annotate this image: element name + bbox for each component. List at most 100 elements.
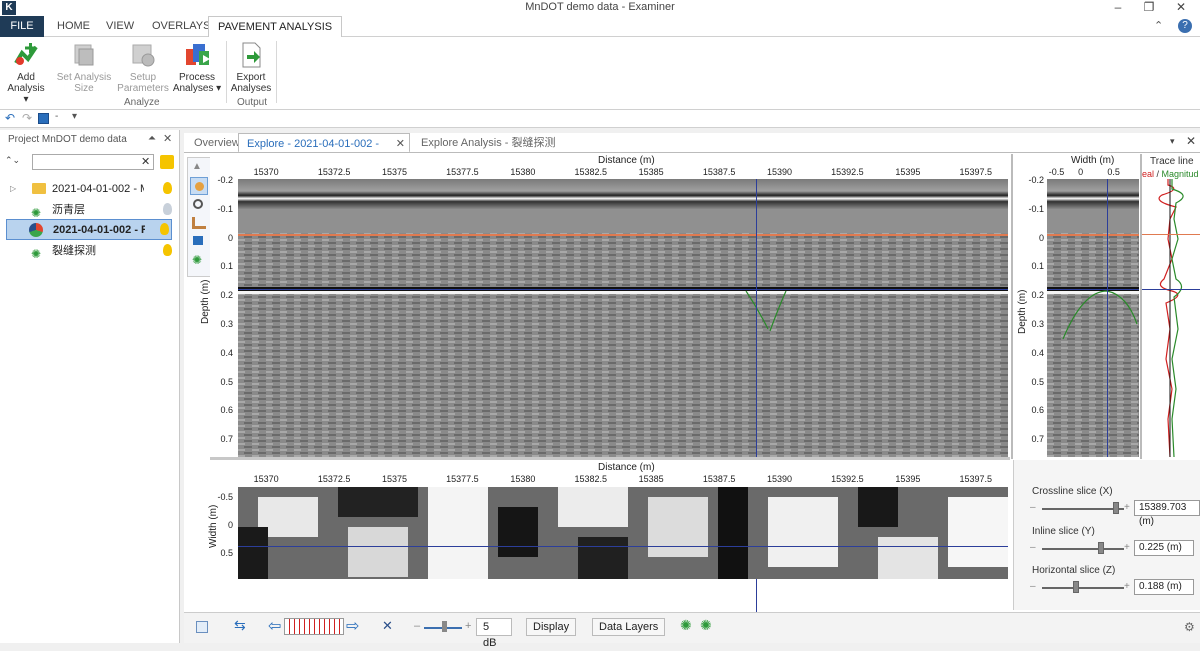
pan-tool-button[interactable] xyxy=(190,177,208,195)
process-analyses-button[interactable]: Process Analyses ▾ xyxy=(172,41,222,94)
horizontal-slider-thumb[interactable] xyxy=(1073,581,1080,593)
horizontal-cursor-line[interactable] xyxy=(238,289,1008,290)
visibility-bulb-icon[interactable] xyxy=(160,223,169,235)
toolstrip-up-icon[interactable]: ▲ xyxy=(192,161,202,172)
crossline-slider-thumb[interactable] xyxy=(1112,502,1119,514)
swap-direction-icon[interactable]: ⇆ xyxy=(234,617,246,634)
horizontal-cursor-line xyxy=(1142,289,1200,290)
qat-dropdown-icon[interactable]: - xyxy=(55,111,58,122)
inline-decrement[interactable]: – xyxy=(1030,542,1036,553)
expand-all-icon[interactable]: ⌃⌄ xyxy=(5,155,20,166)
close-document-icon[interactable]: ✕ xyxy=(1186,134,1196,148)
process-analyses-icon xyxy=(183,41,211,69)
tab-explore-analysis[interactable]: Explore Analysis - 裂缝探测 xyxy=(413,133,563,153)
expand-arrow-icon[interactable]: ▷ xyxy=(10,179,16,199)
trace-waveform xyxy=(1158,179,1184,457)
setup-parameters-button[interactable]: Setup Parameters xyxy=(116,41,170,94)
folder-icon xyxy=(32,183,46,194)
horizontal-decrement[interactable]: – xyxy=(1030,581,1036,592)
tab-view[interactable]: VIEW xyxy=(97,16,143,37)
bscan-x-tick: 15392.5 xyxy=(831,167,864,177)
data-layers-button[interactable]: Data Layers xyxy=(592,618,666,636)
inline-increment[interactable]: + xyxy=(1124,542,1130,553)
cross-section-x-tick: 0 xyxy=(1078,167,1084,177)
bscan-x-tick: 15395 xyxy=(895,167,921,177)
cscan-x-tick: 15370 xyxy=(253,474,279,484)
cross-section-image[interactable] xyxy=(1047,179,1139,457)
scan-position-scrubber[interactable] xyxy=(284,618,344,635)
gain-value-field[interactable]: 5 dB xyxy=(476,618,512,649)
filter-icon[interactable] xyxy=(160,155,174,169)
gain-increment[interactable]: + xyxy=(465,620,471,632)
scroll-right-icon[interactable]: ⇨ xyxy=(346,616,359,636)
horizontal-increment[interactable]: + xyxy=(1124,581,1130,592)
tab-home[interactable]: HOME xyxy=(48,16,99,37)
close-tab-icon[interactable]: ✕ xyxy=(396,134,405,154)
close-pane-icon[interactable]: ✕ xyxy=(163,132,172,145)
crossline-slider[interactable] xyxy=(1042,508,1124,510)
tree-search-input[interactable] xyxy=(32,154,154,170)
gain-decrement[interactable]: – xyxy=(414,620,420,632)
project-pane: Project MnDOT demo data ⏶ ✕ ⌃⌄ ✕ ▷ 2021-… xyxy=(0,130,180,643)
visibility-bulb-icon[interactable] xyxy=(163,203,172,215)
settings-gear-icon[interactable]: ⚙ xyxy=(1184,620,1195,634)
bscan-x-tick: 15387.5 xyxy=(702,167,736,177)
bottom-toolbar: ⇆ ⇦ ⇨ ✕ – + 5 dB Display Data Layers ✺ ✺… xyxy=(184,612,1200,649)
inline-value-field[interactable]: 0.225 (m) xyxy=(1134,540,1194,556)
inline-slider-thumb[interactable] xyxy=(1098,542,1105,554)
qat-customize-icon[interactable]: ▾ xyxy=(72,111,77,122)
crossline-value-field[interactable]: 15389.703 (m) xyxy=(1134,500,1200,527)
bscan-image[interactable] xyxy=(238,179,1008,457)
analysis-tool-icon[interactable]: ✺ xyxy=(192,253,202,267)
inline-cursor-line[interactable] xyxy=(238,546,1008,547)
set-analysis-size-button[interactable]: Set Analysis Size xyxy=(56,41,112,94)
tree-item-region[interactable]: 2021-04-01-002 - R xyxy=(6,219,172,240)
cscan-image[interactable] xyxy=(238,487,1008,579)
tab-pavement-analysis[interactable]: PAVEMENT ANALYSIS xyxy=(208,16,343,38)
undo-icon[interactable]: ↶ xyxy=(5,111,15,125)
cross-section-x-tick: 0.5 xyxy=(1107,167,1120,177)
visibility-bulb-icon[interactable] xyxy=(163,244,172,256)
horizontal-value-field[interactable]: 0.188 (m) xyxy=(1134,579,1194,595)
redo-icon[interactable]: ↷ xyxy=(22,111,32,125)
flag-icon[interactable] xyxy=(193,236,203,245)
minimize-icon[interactable]: – xyxy=(1103,0,1133,16)
cscan-depth-slice xyxy=(238,487,1008,579)
clear-search-icon[interactable]: ✕ xyxy=(141,155,150,168)
crossline-increment[interactable]: + xyxy=(1124,502,1130,513)
tree-item-marker[interactable]: ▷ 2021-04-01-002 - Marker xyxy=(4,179,174,199)
tree-item-asphalt-layer[interactable]: ✺ 沥青层 xyxy=(4,200,174,220)
ruler-icon[interactable] xyxy=(192,217,206,229)
inline-cursor-line[interactable] xyxy=(1107,179,1108,457)
project-pane-title: Project MnDOT demo data xyxy=(8,134,127,145)
gain-slider-thumb[interactable] xyxy=(442,621,447,632)
visibility-bulb-icon[interactable] xyxy=(163,182,172,194)
horizontal-slider[interactable] xyxy=(1042,587,1124,589)
cross-section-panel: Width (m) -0.5 0 0.5 Depth (m) -0.2 -0.1 0 0.… xyxy=(1011,154,1139,459)
close-window-icon[interactable]: ✕ xyxy=(1166,0,1196,16)
bscan-x-tick: 15370 xyxy=(253,167,279,177)
zoom-icon[interactable] xyxy=(193,199,203,209)
crossline-decrement[interactable]: – xyxy=(1030,502,1036,513)
tab-list-dropdown-icon[interactable]: ▾ xyxy=(1170,136,1175,147)
scroll-left-icon[interactable]: ⇦ xyxy=(268,616,281,636)
layout-icon[interactable] xyxy=(196,621,208,633)
analysis-overlay-2-icon[interactable]: ✺ xyxy=(700,617,712,634)
export-analyses-button[interactable]: Export Analyses xyxy=(230,41,272,94)
tab-file[interactable]: FILE xyxy=(0,16,44,37)
collapse-ribbon-icon[interactable]: ⌃ xyxy=(1154,19,1163,32)
horizontal-cursor-line[interactable] xyxy=(1047,289,1139,290)
gain-tool-icon[interactable]: ✕ xyxy=(382,618,393,634)
inline-slider[interactable] xyxy=(1042,548,1124,550)
help-icon[interactable]: ? xyxy=(1178,19,1192,33)
analysis-overlay-icon[interactable]: ✺ xyxy=(680,617,692,634)
tab-explore-region[interactable]: Explore - 2021-04-01-002 - Region1 ✕ xyxy=(238,133,410,170)
display-button[interactable]: Display xyxy=(526,618,577,636)
vertical-cursor-line[interactable] xyxy=(756,179,757,457)
restore-icon[interactable]: ❐ xyxy=(1134,0,1164,16)
pin-icon[interactable]: ⏶ xyxy=(148,133,156,144)
trace-plot[interactable] xyxy=(1142,179,1200,457)
add-analysis-button[interactable]: Add Analysis ▾ xyxy=(4,41,48,105)
save-icon[interactable] xyxy=(38,113,49,124)
tree-item-crack-detection[interactable]: ✺ 裂缝探测 xyxy=(4,241,174,261)
